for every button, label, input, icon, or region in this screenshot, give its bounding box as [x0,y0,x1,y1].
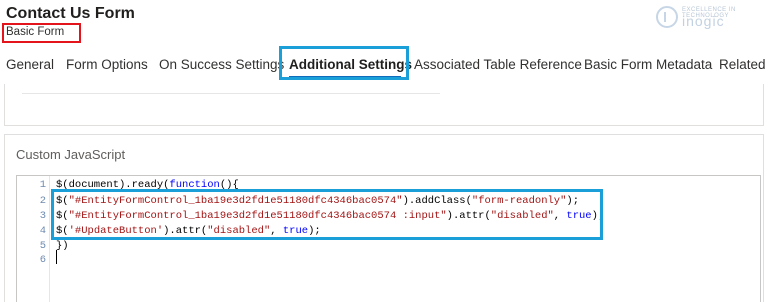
active-tab-highlight-box [279,46,409,80]
tab-form-options[interactable]: Form Options [66,57,148,72]
page-title: Contact Us Form [6,5,135,22]
line-number: 3 [39,210,46,222]
section-label: Custom JavaScript [16,147,126,162]
brand-logo: EXCELLENCE IN TECHNOLOGY inogic [656,4,746,32]
line-number: 2 [39,195,46,207]
tab-general[interactable]: General [6,57,54,72]
upper-panel-divider [22,93,440,94]
code-line: }) [56,240,69,252]
tab-related[interactable]: Related [719,57,766,72]
logo-wordmark: inogic [682,13,725,29]
tab-basic-form-metadata[interactable]: Basic Form Metadata [584,57,712,72]
line-number: 5 [39,240,46,252]
line-number: 4 [39,225,46,237]
code-highlight-box [51,189,603,240]
tab-on-success-settings[interactable]: On Success Settings [159,57,284,72]
line-number: 6 [39,254,46,266]
upper-panel [4,84,764,126]
logo-icon [656,6,678,28]
line-number: 1 [39,179,46,191]
form-type-label: Basic Form [6,26,65,38]
tab-associated-table-reference[interactable]: Associated Table Reference [414,57,582,72]
text-cursor [56,250,57,264]
